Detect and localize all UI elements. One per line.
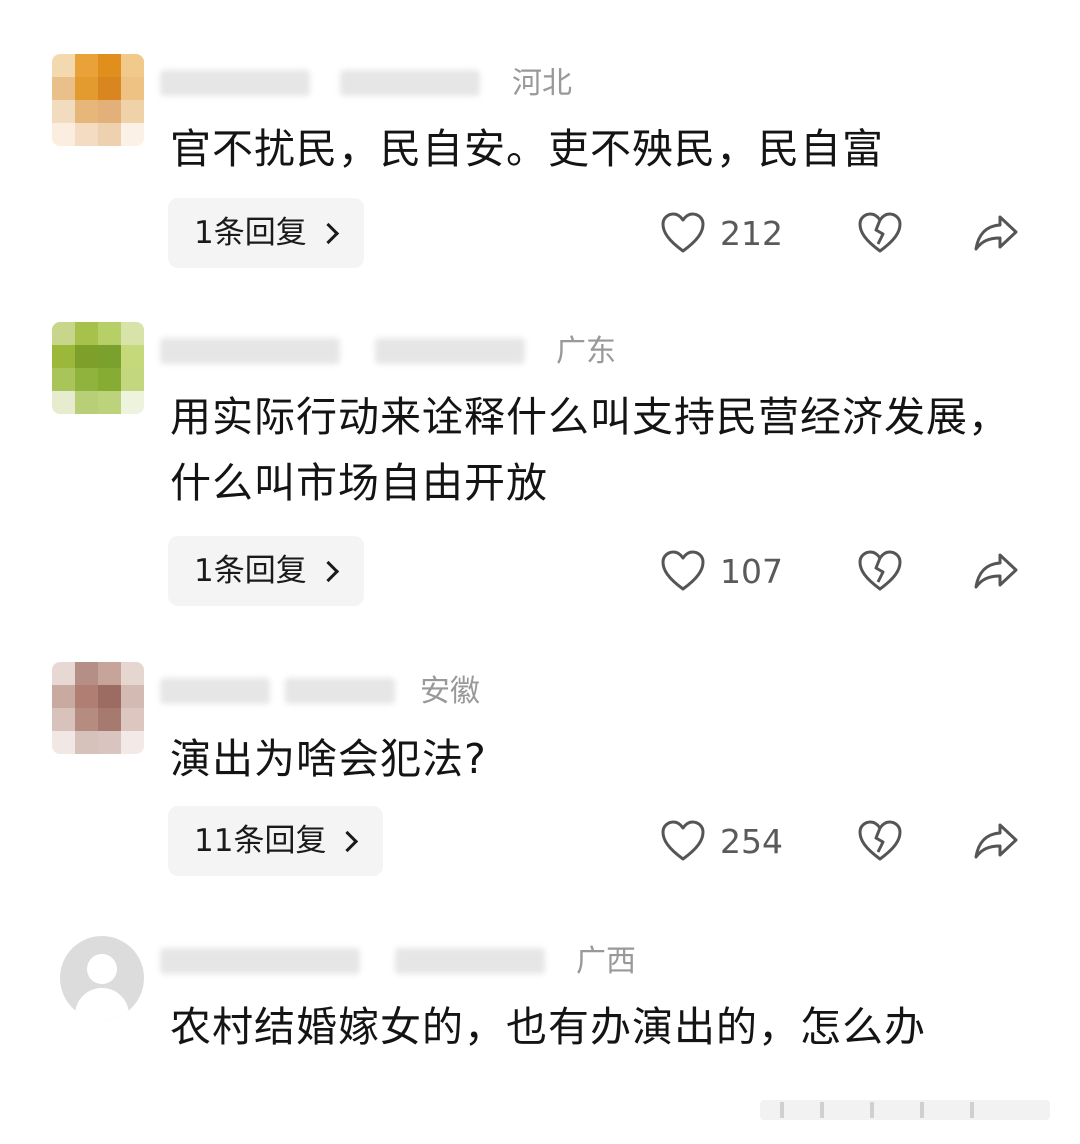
heart-icon xyxy=(661,550,705,591)
comment-text: 农村结婚嫁女的，也有办演出的，怎么办 xyxy=(170,1003,926,1051)
default-user-avatar[interactable] xyxy=(60,936,144,1020)
chevron-right-icon xyxy=(317,560,339,582)
user-avatar[interactable] xyxy=(52,54,144,146)
chevron-right-icon xyxy=(317,222,339,244)
username-redacted[interactable] xyxy=(160,670,400,710)
broken-heart-icon xyxy=(858,212,902,253)
view-replies-button[interactable]: 1条回复 xyxy=(168,198,364,268)
comment-text: 用实际行动来诠释什么叫支持民营经济发展，什么叫市场自由开放 xyxy=(170,393,1010,507)
username-redacted[interactable] xyxy=(160,940,560,980)
username-redacted[interactable] xyxy=(160,62,500,102)
like-count: 254 xyxy=(720,821,783,861)
like-button[interactable]: 107 xyxy=(660,536,783,606)
view-replies-button[interactable]: 11条回复 xyxy=(168,806,384,876)
share-button[interactable] xyxy=(966,198,1026,268)
broken-heart-icon xyxy=(858,820,902,861)
reply-count-label: 1条回复 xyxy=(194,215,307,251)
heart-icon xyxy=(661,820,705,861)
user-region: 安徽 xyxy=(420,674,480,709)
broken-heart-icon xyxy=(858,550,902,591)
reply-count-label: 11条回复 xyxy=(194,823,327,859)
comment-actions: 107 xyxy=(660,536,1030,606)
share-arrow-icon xyxy=(974,215,1018,251)
share-arrow-icon xyxy=(974,553,1018,589)
reply-count-label: 1条回复 xyxy=(194,553,307,589)
view-replies-button[interactable]: 1条回复 xyxy=(168,536,364,606)
watermark xyxy=(760,1092,1060,1126)
dislike-button[interactable] xyxy=(850,806,910,876)
dislike-button[interactable] xyxy=(850,198,910,268)
share-button[interactable] xyxy=(966,536,1026,606)
share-arrow-icon xyxy=(974,823,1018,859)
like-count: 212 xyxy=(720,213,783,253)
comment-actions: 254 xyxy=(660,806,1030,876)
comment-text: 演出为啥会犯法? xyxy=(170,735,487,783)
user-region: 广西 xyxy=(576,944,636,979)
like-button[interactable]: 212 xyxy=(660,198,783,268)
comment-text: 官不扰民，民自安。吏不殃民，民自富 xyxy=(170,125,884,173)
like-count: 107 xyxy=(720,551,783,591)
like-button[interactable]: 254 xyxy=(660,806,783,876)
share-button[interactable] xyxy=(966,806,1026,876)
chevron-right-icon xyxy=(337,830,359,852)
user-region: 河北 xyxy=(512,66,572,101)
user-avatar[interactable] xyxy=(52,322,144,414)
comment-actions: 212 xyxy=(660,198,1030,268)
username-redacted[interactable] xyxy=(160,330,540,370)
user-avatar[interactable] xyxy=(52,662,144,754)
dislike-button[interactable] xyxy=(850,536,910,606)
user-region: 广东 xyxy=(556,334,616,369)
heart-icon xyxy=(661,212,705,253)
